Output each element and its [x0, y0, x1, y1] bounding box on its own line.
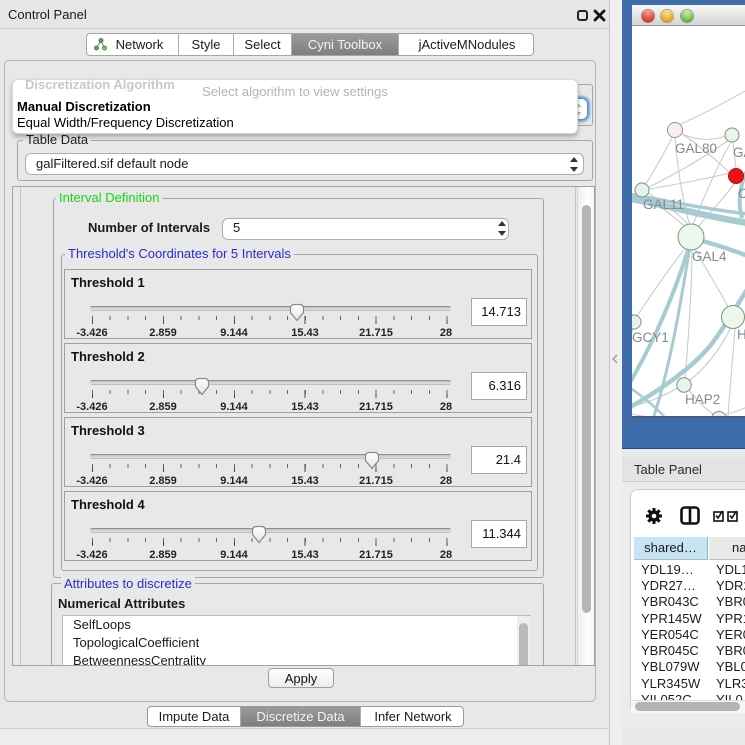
svg-text:HAP2: HAP2 — [685, 392, 720, 407]
svg-text:GA: GA — [733, 145, 745, 160]
svg-text:CD: CD — [738, 186, 745, 201]
svg-text:GAL4: GAL4 — [692, 249, 727, 264]
svg-text:H: H — [737, 327, 745, 342]
svg-text:GCY1: GCY1 — [632, 330, 669, 345]
svg-text:GAL80: GAL80 — [675, 141, 717, 156]
svg-text:GAL11: GAL11 — [643, 197, 684, 212]
